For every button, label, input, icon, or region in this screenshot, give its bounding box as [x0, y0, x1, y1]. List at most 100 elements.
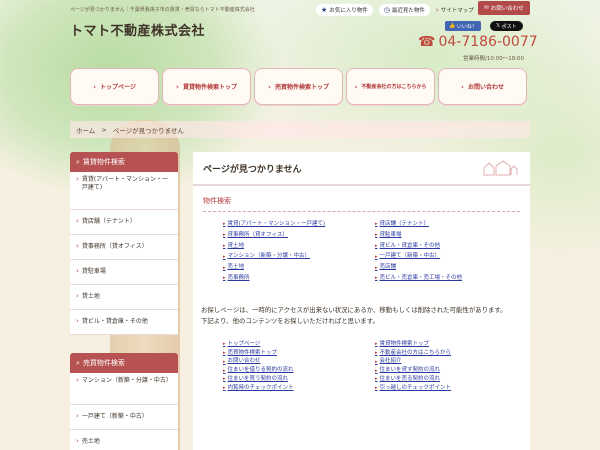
- sidebar-item-sale-mansion[interactable]: › マンション（新築・分譲・中古）: [70, 373, 178, 405]
- global-nav: › トップページ › 賃貸物件検索トップ › 売買物件検索トップ › 不動産会社の方はこ…: [70, 68, 527, 105]
- search-link-rent-building[interactable]: ▸ 貸ビル・貸倉庫・その他: [375, 242, 523, 251]
- chevron-right-icon: ›: [76, 412, 79, 421]
- arrow-icon: ▸: [375, 253, 378, 260]
- sidebar-item-sale-house[interactable]: › 一戸建て（新築・中古）: [70, 405, 178, 430]
- sidebar-sale-list: › マンション（新築・分譲・中古） › 一戸建て（新築・中古） › 売土地: [70, 373, 178, 450]
- chevron-right-icon: ›: [461, 82, 464, 91]
- sidebar-item-rent-residential[interactable]: › 賃貸(アパート・マンション・一戸建て): [70, 172, 178, 210]
- content-link-lease-flow[interactable]: ▸ 住まいを貸す契約の流れ: [375, 366, 523, 375]
- houses-icon: [483, 160, 518, 176]
- arrow-icon: ▸: [375, 264, 378, 271]
- x-post-button[interactable]: 𝕏 ポスト: [490, 21, 523, 31]
- chevron-right-icon: ›: [76, 317, 79, 326]
- search-link-sale-office[interactable]: ▸ 売事務所: [223, 274, 371, 283]
- sidebar-rent-list: › 賃貸(アパート・マンション・一戸建て) › 貸店舗（テナント） › 貸事務所（貸オ…: [70, 172, 178, 335]
- phone-number[interactable]: ☎ 04-7186-0077: [418, 34, 538, 50]
- search-link-rent-parking[interactable]: ▸ 貸駐車場: [375, 231, 523, 240]
- arrow-icon: ▸: [223, 376, 226, 383]
- chevron-right-icon: ›: [76, 292, 79, 301]
- sidebar-item-rent-office[interactable]: › 貸事務所（貸オフィス）: [70, 235, 178, 260]
- chevron-right-icon: ›: [435, 6, 439, 14]
- chevron-right-icon: ›: [76, 376, 79, 384]
- search-link-sale-building[interactable]: ▸ 売ビル・売倉庫・売工場・その他: [375, 274, 523, 283]
- content-link-moving-checkpoints[interactable]: ▸ 引っ越しのチェックポイント: [375, 384, 523, 393]
- chevron-right-icon: ›: [76, 267, 79, 276]
- contact-mini-button[interactable]: ✉ お問い合わせ: [478, 1, 530, 15]
- sidebar-item-rent-parking[interactable]: › 貸駐車場: [70, 260, 178, 285]
- nav-rent-search[interactable]: › 賃貸物件検索トップ: [162, 68, 251, 105]
- content-link-sale-search[interactable]: ▸ 売買物件検索トップ: [223, 349, 371, 358]
- search-link-rent-residential[interactable]: ▸ 賃貸(アパート・マンション・一戸建て): [223, 220, 371, 229]
- search-link-sale-house[interactable]: ▸ 一戸建て（新築・中古）: [375, 252, 523, 261]
- sidebar-item-rent-shop[interactable]: › 貸店舗（テナント）: [70, 210, 178, 235]
- sidebar-item-rent-land[interactable]: › 貸土地: [70, 285, 178, 310]
- arrow-icon: ▸: [223, 358, 226, 365]
- search-icon: ⌕: [76, 358, 80, 367]
- content-links: ▸ トップページ ▸ 賃貸物件検索トップ ▸ 売買物件検索トップ ▸ 不動産会社の方はこ…: [223, 340, 530, 393]
- sidebar-item-rent-building[interactable]: › 貸ビル・貸倉庫・その他: [70, 310, 178, 335]
- facebook-like-button[interactable]: 👍 いいね！: [445, 21, 481, 31]
- arrow-icon: ▸: [375, 232, 378, 239]
- breadcrumb: ホーム > ページが見つかりません: [70, 121, 530, 138]
- content-link-buy-flow[interactable]: ▸ 住まいを買う契約の流れ: [223, 375, 371, 384]
- content-link-rent-search[interactable]: ▸ 賃貸物件検索トップ: [375, 340, 523, 349]
- arrow-icon: ▸: [375, 367, 378, 374]
- chevron-right-icon: ›: [354, 82, 358, 91]
- content-link-rent-flow[interactable]: ▸ 住まいを借りる契約の流れ: [223, 366, 371, 375]
- search-link-sale-mansion[interactable]: ▸ マンション（新築・分譲・中古）: [223, 252, 371, 261]
- arrow-icon: ▸: [375, 385, 378, 392]
- header-tagline: ページが見つかりません｜千葉県我孫子市の賃貸・売買ならトマト不動産株式会社: [70, 7, 255, 13]
- sitemap-link[interactable]: › サイトマップ: [436, 4, 474, 16]
- arrow-icon: ▸: [223, 341, 226, 348]
- search-link-rent-office[interactable]: ▸ 貸事務所（貸オフィス）: [223, 231, 371, 240]
- x-logo-icon: 𝕏: [496, 23, 501, 29]
- site-logo-title[interactable]: トマト不動産株式会社: [70, 20, 205, 39]
- content-link-top[interactable]: ▸ トップページ: [223, 340, 371, 349]
- arrow-icon: ▸: [223, 232, 226, 239]
- chevron-right-icon: ›: [176, 82, 179, 91]
- search-link-rent-land[interactable]: ▸ 貸土地: [223, 242, 371, 251]
- content-link-viewing-checkpoints[interactable]: ▸ 内覧時のチェックポイント: [223, 384, 371, 393]
- chevron-right-icon: ›: [76, 242, 79, 251]
- arrow-icon: ▸: [223, 264, 226, 271]
- arrow-icon: ▸: [223, 350, 226, 357]
- arrow-icon: ▸: [223, 367, 226, 374]
- favorites-link[interactable]: ★ お気に入り物件: [316, 4, 373, 16]
- breadcrumb-home[interactable]: ホーム: [76, 125, 95, 135]
- search-link-rent-shop[interactable]: ▸ 貸店舗（テナント）: [375, 220, 523, 229]
- page-title: ページが見つかりません: [193, 152, 530, 186]
- content-link-contact[interactable]: ▸ お問い合わせ: [223, 357, 371, 366]
- content-link-company[interactable]: ▸ 会社紹介: [375, 357, 523, 366]
- arrow-icon: ▸: [375, 376, 378, 383]
- arrow-icon: ▸: [375, 242, 378, 249]
- content-link-sell-flow[interactable]: ▸ 住まいを売る契約の流れ: [375, 375, 523, 384]
- nav-sale-search[interactable]: › 売買物件検索トップ: [254, 68, 343, 105]
- arrow-icon: ▸: [223, 242, 226, 249]
- nav-for-agents[interactable]: › 不動産会社の方はこちらから: [346, 68, 435, 105]
- nav-contact[interactable]: › お問い合わせ: [438, 68, 527, 105]
- sidebar-sale-heading: ⌕ 売買物件検索: [70, 353, 178, 373]
- search-link-sale-land[interactable]: ▸ 売土地: [223, 263, 371, 272]
- arrow-icon: ▸: [375, 358, 378, 365]
- search-icon: ⌕: [76, 157, 80, 166]
- search-link-sale-shop[interactable]: ▸ 売店舗: [375, 263, 523, 272]
- thumbs-up-icon: 👍: [449, 23, 456, 29]
- sidebar: ⌕ 賃貸物件検索 › 賃貸(アパート・マンション・一戸建て) › 貸店舗（テナント）…: [70, 152, 178, 450]
- breadcrumb-current: ページが見つかりません: [112, 126, 184, 135]
- chevron-right-icon: ›: [76, 175, 79, 183]
- mail-icon: ✉: [484, 5, 489, 11]
- breadcrumb-separator: >: [101, 125, 107, 134]
- nav-top-page[interactable]: › トップページ: [70, 68, 159, 105]
- star-icon: ★: [321, 6, 328, 14]
- arrow-icon: ▸: [223, 385, 226, 392]
- content-link-for-agents[interactable]: ▸ 不動産会社の方はこちらから: [375, 349, 523, 358]
- clock-icon: ◷: [383, 6, 390, 14]
- arrow-icon: ▸: [375, 221, 378, 228]
- chevron-right-icon: ›: [76, 437, 79, 446]
- arrow-icon: ▸: [223, 253, 226, 260]
- recently-viewed-link[interactable]: ◷ 最近見た物件: [378, 4, 430, 16]
- sidebar-item-sale-land[interactable]: › 売土地: [70, 430, 178, 450]
- utility-links: ★ お気に入り物件 ◷ 最近見た物件 › サイトマップ: [316, 4, 474, 16]
- arrow-icon: ▸: [375, 275, 378, 282]
- chevron-right-icon: ›: [93, 82, 96, 91]
